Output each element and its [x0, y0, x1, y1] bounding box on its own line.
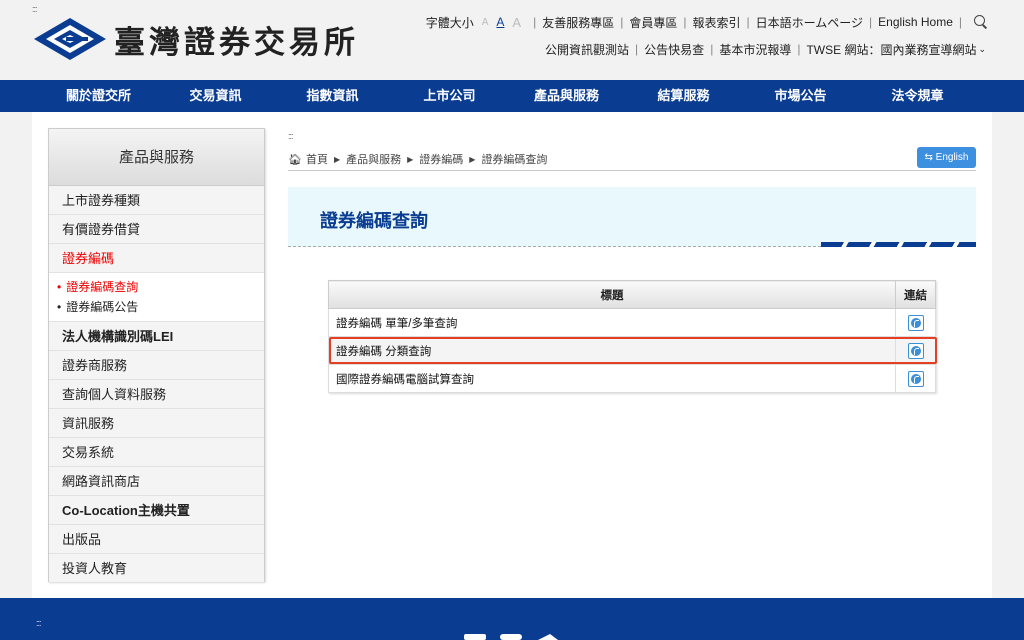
row-title: 國際證券編碼電腦試算查詢 [328, 364, 896, 393]
link-report-index[interactable]: 報表索引 [693, 14, 741, 31]
accesskey-dots[interactable]: ::: [32, 4, 37, 14]
footer-logo-icon [464, 634, 558, 640]
chevron-down-icon[interactable]: ⌄ [978, 44, 986, 55]
sidebar-item-security-code[interactable]: 證券編碼 [49, 244, 264, 273]
logo-title: 臺灣證券交易所 [114, 24, 359, 61]
sidebar-item-listed-types[interactable]: 上市證券種類 [49, 186, 264, 215]
link-accessible-zone[interactable]: 友善服務專區 [542, 14, 614, 31]
sidebar-item-lending[interactable]: 有價證券借貸 [49, 215, 264, 244]
breadcrumb: 🏠︎ 首頁 ▶ 產品與服務 ▶ 證券編碼 ▶ 證券編碼查詢 [288, 151, 547, 167]
row-title: 證券編碼 單筆/多筆查詢 [328, 308, 896, 337]
table-header-link: 連結 [895, 280, 936, 309]
sidebar-item-broker[interactable]: 證券商服務 [49, 351, 264, 380]
search-icon[interactable] [974, 15, 988, 29]
twse-logo[interactable]: 臺灣證券交易所 [32, 16, 359, 62]
sidebar-item-personal-data[interactable]: 查詢個人資料服務 [49, 380, 264, 409]
link-icon[interactable] [907, 370, 924, 387]
sidebar-title: 產品與服務 [49, 129, 264, 186]
sidebar: 產品與服務 上市證券種類 有價證券借貸 證券編碼 • 證券編碼查詢 • 證券編碼公告… [48, 128, 265, 583]
page-title-banner: 證券編碼查詢 [288, 187, 976, 247]
footer-accesskey-dots[interactable]: ::: [36, 618, 41, 628]
sidebar-item-lei[interactable]: 法人機構識別碼LEI [49, 322, 264, 351]
nav-regulations[interactable]: 法令規章 [859, 80, 976, 112]
nav-trading[interactable]: 交易資訊 [157, 80, 274, 112]
sidebar-item-education[interactable]: 投資人教育 [49, 554, 264, 583]
twse-logo-icon [34, 18, 106, 60]
home-icon: 🏠︎ [288, 153, 302, 166]
english-button[interactable]: ⇆ English [917, 147, 976, 168]
sidebar-item-colocation[interactable]: Co-Location主機共置 [49, 496, 264, 525]
table-row: 國際證券編碼電腦試算查詢 [328, 364, 936, 393]
utility-bar-bottom: 公開資訊觀測站 | 公告快易查 | 基本市況報導 | TWSE 網站：國內業務宣… [545, 41, 986, 58]
breadcrumb-home[interactable]: 首頁 [306, 151, 328, 167]
breadcrumb-products[interactable]: 產品與服務 [346, 151, 401, 167]
font-size-medium[interactable]: A [496, 15, 504, 29]
page-title: 證券編碼查詢 [320, 211, 428, 231]
nav-products[interactable]: 產品與服務 [508, 80, 625, 112]
link-announcements[interactable]: 公告快易查 [644, 41, 704, 58]
nav-listed[interactable]: 上市公司 [391, 80, 508, 112]
link-member-zone[interactable]: 會員專區 [629, 14, 677, 31]
nav-about[interactable]: 關於證交所 [40, 80, 157, 112]
link-icon[interactable] [907, 314, 924, 331]
font-size-small[interactable]: A [482, 17, 489, 28]
site-header: ::: 臺灣證券交易所 字體大小 A A A | 友善服務專區 | 會員專區 |… [0, 0, 1024, 80]
sidebar-sub-code-query[interactable]: • 證券編碼查詢 [57, 277, 264, 297]
font-size-label: 字體大小 [425, 15, 474, 30]
title-stripe [821, 242, 976, 247]
sidebar-item-info-service[interactable]: 資訊服務 [49, 409, 264, 438]
table-header-title: 標題 [328, 280, 896, 309]
nav-announcements[interactable]: 市場公告 [742, 80, 859, 112]
link-english-home[interactable]: English Home [878, 15, 953, 29]
utility-bar-top: 字體大小 A A A | 友善服務專區 | 會員專區 | 報表索引 | 日本語ホ… [426, 14, 988, 30]
main-nav: 關於證交所 交易資訊 指數資訊 上市公司 產品與服務 結算服務 市場公告 法令規… [0, 80, 1024, 112]
breadcrumb-divider [288, 170, 976, 171]
link-twse-sites[interactable]: TWSE 網站：國內業務宣導網站 [806, 41, 976, 58]
nav-clearing[interactable]: 結算服務 [625, 80, 742, 112]
highlight-box [329, 337, 937, 364]
breadcrumb-current: 證券編碼查詢 [481, 154, 548, 166]
nav-indices[interactable]: 指數資訊 [274, 80, 391, 112]
sidebar-item-info-store[interactable]: 網路資訊商店 [49, 467, 264, 496]
breadcrumb-security-code[interactable]: 證券編碼 [419, 151, 463, 167]
sidebar-item-publications[interactable]: 出版品 [49, 525, 264, 554]
sidebar-submenu: • 證券編碼查詢 • 證券編碼公告 [49, 273, 264, 322]
table-row: 證券編碼 單筆/多筆查詢 [328, 308, 936, 337]
content-accesskey-dots[interactable]: ::: [288, 131, 293, 141]
link-japanese-home[interactable]: 日本語ホームページ [756, 14, 863, 31]
link-market-report[interactable]: 基本市況報導 [719, 41, 791, 58]
swap-icon: ⇆ [924, 152, 933, 163]
link-mops[interactable]: 公開資訊觀測站 [545, 41, 629, 58]
font-size-large[interactable]: A [512, 15, 521, 30]
sidebar-sub-code-notice[interactable]: • 證券編碼公告 [57, 297, 264, 317]
sidebar-item-trading-system[interactable]: 交易系統 [49, 438, 264, 467]
